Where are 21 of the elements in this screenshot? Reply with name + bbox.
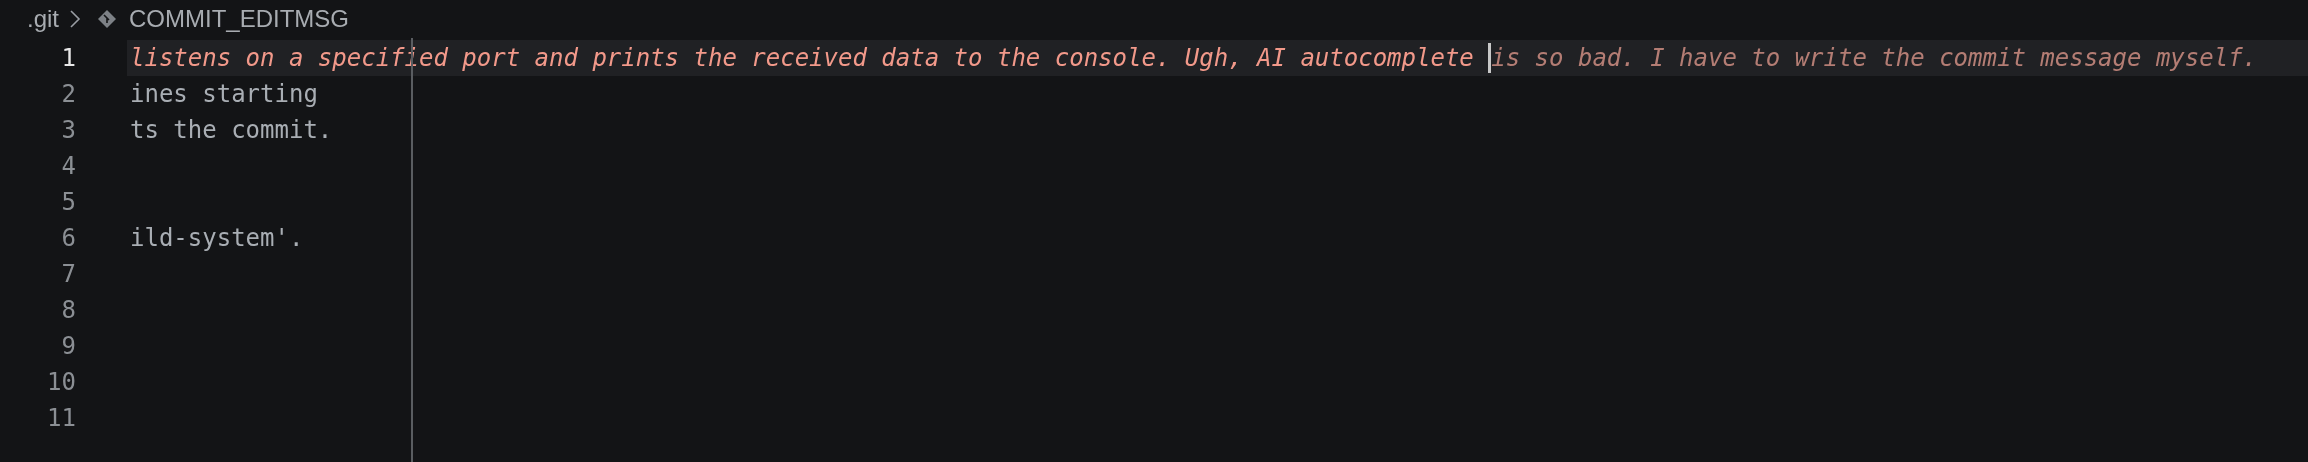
line-number: 1 (60, 44, 76, 72)
breadcrumb-item[interactable]: .git (27, 5, 59, 33)
line-number: 6 (60, 224, 76, 252)
code-text: ild-system'. (130, 224, 304, 252)
line-number: 3 (60, 116, 76, 144)
line-number: 5 (60, 188, 76, 216)
line-number: 8 (60, 296, 76, 324)
line-number: 10 (46, 368, 76, 396)
line-number: 7 (60, 260, 76, 288)
line-number: 4 (60, 152, 76, 180)
line-number: 2 (60, 80, 76, 108)
code-text: ts the commit. (130, 116, 333, 144)
code-text: listens on a specified port and prints the received data to the console. Ugh, AI autocomplete (130, 44, 1475, 72)
git-icon (97, 9, 117, 29)
line-number: 11 (46, 404, 76, 432)
code-text: ines starting (130, 80, 318, 108)
ghost-suggestion-text: is so bad. I have to write the commit message myself. (1491, 44, 2258, 72)
chevron-icon (69, 9, 81, 29)
text-cursor (1488, 43, 1492, 73)
line-number: 9 (60, 332, 76, 360)
breadcrumb-item[interactable]: COMMIT_EDITMSG (129, 5, 349, 33)
